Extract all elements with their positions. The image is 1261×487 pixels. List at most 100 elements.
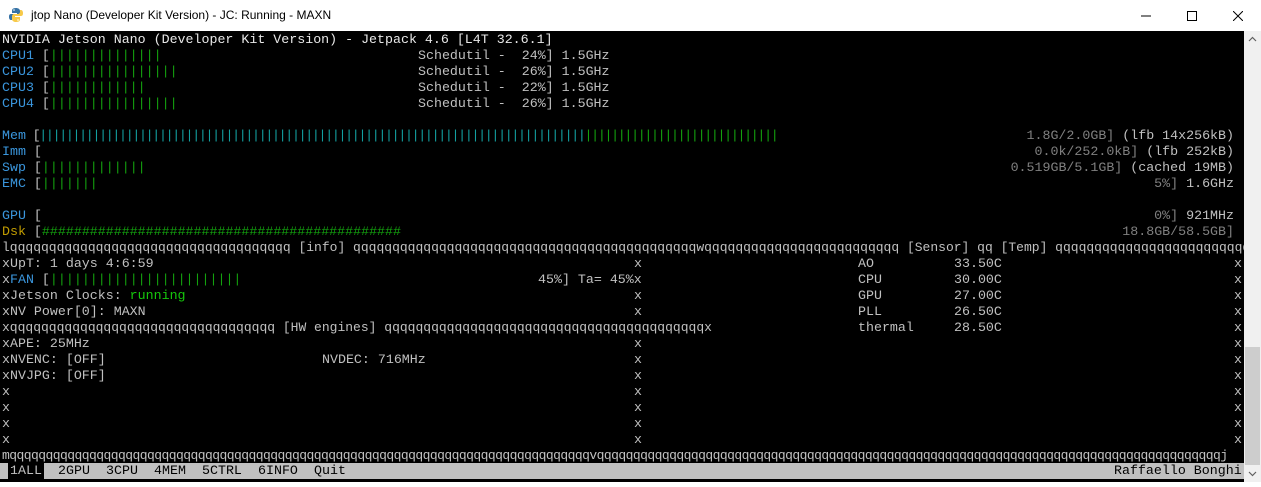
mem-bar-cache: ||||||||||||||||||||||||||||| — [584, 128, 779, 143]
cpu-governor: Schedutil - 26%] 1.5GHz — [418, 96, 610, 111]
emc-row: EMC [||||||| — [2, 176, 98, 191]
bottom-tab-bar: 1ALL 2GPU 3CPU 4MEM 5CTRL 6INFO Quit Raf… — [0, 463, 1244, 479]
nvjpg-line: xNVJPG: [OFF] — [2, 368, 106, 383]
nv-power-line: xNV Power[0]: MAXN — [2, 304, 146, 319]
sensor-temp: 28.50C — [954, 320, 1002, 335]
box-top-border: lqqqqqqqqqqqqqqqqqqqqqqqqqqqqqqqqqqqq [i… — [2, 240, 1244, 255]
window-titlebar: jtop Nano (Developer Kit Version) - JC: … — [0, 0, 1261, 31]
sensor-name: CPU — [858, 272, 882, 287]
box-middle-edge: x — [634, 368, 642, 383]
sensor-name: GPU — [858, 288, 882, 303]
box-right-edge: x — [1234, 368, 1242, 383]
box-right-edge: x — [1234, 304, 1242, 319]
tab-gpu[interactable]: 2GPU — [58, 463, 90, 479]
nvenc-line: xNVENC: [OFF] — [2, 352, 106, 367]
box-right-edge: x — [1234, 432, 1242, 447]
box-right-edge: x — [1234, 352, 1242, 367]
cpu-name: CPU3 — [2, 80, 34, 95]
box-right-edge: x — [1234, 384, 1242, 399]
mem-value: 1.8G/2.0GB] (lfb 14x256kB) — [1026, 128, 1234, 143]
minimize-icon — [1141, 15, 1151, 16]
box-middle-edge: x — [634, 384, 642, 399]
box-middle-edge: x — [634, 432, 642, 447]
maximize-button[interactable] — [1169, 0, 1215, 31]
sensor-temp: 30.00C — [954, 272, 1002, 287]
scrollbar-thumb[interactable] — [1245, 347, 1260, 465]
hw-engines-border: xqqqqqqqqqqqqqqqqqqqqqqqqqqqqqqqqqq [HW … — [2, 320, 712, 335]
sensor-temp: 27.00C — [954, 288, 1002, 303]
box-left-edge: x — [2, 416, 10, 431]
cpu-row: CPU3 [|||||||||||| — [2, 80, 146, 95]
maximize-icon — [1187, 10, 1197, 21]
python-icon — [9, 8, 23, 22]
vertical-scrollbar[interactable] — [1244, 31, 1261, 482]
cpu-row: CPU1 [|||||||||||||| — [2, 48, 162, 63]
sensor-temp: 26.50C — [954, 304, 1002, 319]
box-middle-edge: x — [634, 288, 642, 303]
nvdec-line: NVDEC: 716MHz — [322, 352, 426, 367]
chevron-down-icon — [1248, 471, 1257, 477]
sensor-temp: 33.50C — [954, 256, 1002, 271]
sensor-name: PLL — [858, 304, 882, 319]
cpu-name: CPU4 — [2, 96, 34, 111]
swap-value: 0.519GB/5.1GB] (cached 19MB) — [1010, 160, 1234, 175]
box-right-edge: x — [1234, 256, 1242, 271]
box-left-edge: x — [2, 400, 10, 415]
gpu-row: GPU [ — [2, 208, 42, 223]
box-right-edge: x — [1234, 336, 1242, 351]
scroll-up-button[interactable] — [1244, 31, 1261, 48]
cpu-name: CPU2 — [2, 64, 34, 79]
box-bottom-border: mqqqqqqqqqqqqqqqqqqqqqqqqqqqqqqqqqqqqqqq… — [2, 448, 1228, 463]
cpu-governor: Schedutil - 22%] 1.5GHz — [418, 80, 610, 95]
tab-cpu[interactable]: 3CPU — [106, 463, 138, 479]
box-left-edge: x — [2, 432, 10, 447]
tab-ctrl[interactable]: 5CTRL — [202, 463, 242, 479]
box-left-edge: x — [2, 384, 10, 399]
cpu-bar: |||||||||||| — [49, 80, 146, 95]
close-icon — [1233, 10, 1243, 21]
cpu-bar: |||||||||||||||| — [49, 96, 178, 111]
cpu-row: CPU4 [|||||||||||||||| — [2, 96, 178, 111]
imm-row: Imm [ — [2, 144, 42, 159]
terminal-area[interactable]: NVIDIA Jetson Nano (Developer Kit Versio… — [0, 31, 1244, 482]
tab-quit[interactable]: Quit — [314, 463, 346, 479]
cpu-name: CPU1 — [2, 48, 34, 63]
box-middle-edge: x — [634, 336, 642, 351]
box-middle-edge: x — [634, 416, 642, 431]
box-right-edge: x — [1234, 288, 1242, 303]
box-right-edge: x — [1234, 320, 1242, 335]
disk-value: 18.8GB/58.5GB] — [1122, 224, 1234, 239]
mem-bar-used: ||||||||||||||||||||||||||||||||||||||||… — [39, 128, 586, 143]
box-middle-edge: x — [634, 304, 642, 319]
cpu-governor: Schedutil - 26%] 1.5GHz — [418, 64, 610, 79]
author-credit: Raffaello Bonghi — [1114, 463, 1242, 478]
tab-info[interactable]: 6INFO — [258, 463, 298, 479]
disk-row: Dsk [###################################… — [2, 224, 401, 239]
box-middle-edge: x — [634, 400, 642, 415]
swap-row: Swp [||||||||||||| — [2, 160, 146, 175]
cpu-bar: |||||||||||||| — [49, 48, 162, 63]
uptime-line: xUpT: 1 days 4:6:59 — [2, 256, 154, 271]
cpu-governor: Schedutil - 24%] 1.5GHz — [418, 48, 610, 63]
jetson-clocks-line: xJetson Clocks: running — [2, 288, 186, 303]
fan-line: xFAN [|||||||||||||||||||||||| — [2, 272, 242, 287]
cpu-bar: |||||||||||||||| — [49, 64, 178, 79]
gpu-value: 0%] 921MHz — [1154, 208, 1234, 223]
emc-value: 5%] 1.6GHz — [1154, 176, 1234, 191]
box-middle-edge: x — [634, 352, 642, 367]
ape-line: xAPE: 25MHz — [2, 336, 90, 351]
box-middle-edge: x — [634, 256, 642, 271]
mem-row: Mem [|||||||||||||||||||||||||||||||||||… — [2, 128, 779, 143]
imm-value: 0.0k/252.0kB] (lfb 252kB) — [1034, 144, 1235, 159]
sensor-name: thermal — [858, 320, 914, 335]
sensor-name: AO — [858, 256, 874, 271]
close-button[interactable] — [1215, 0, 1261, 31]
tab-all[interactable]: 1ALL — [8, 463, 44, 479]
scroll-down-button[interactable] — [1244, 465, 1261, 482]
minimize-button[interactable] — [1123, 0, 1169, 31]
cpu-row: CPU2 [|||||||||||||||| — [2, 64, 178, 79]
box-right-edge: x — [1234, 416, 1242, 431]
fan-value: 45%] Ta= 45%x — [538, 272, 642, 287]
tab-mem[interactable]: 4MEM — [154, 463, 186, 479]
header-line: NVIDIA Jetson Nano (Developer Kit Versio… — [2, 32, 553, 47]
